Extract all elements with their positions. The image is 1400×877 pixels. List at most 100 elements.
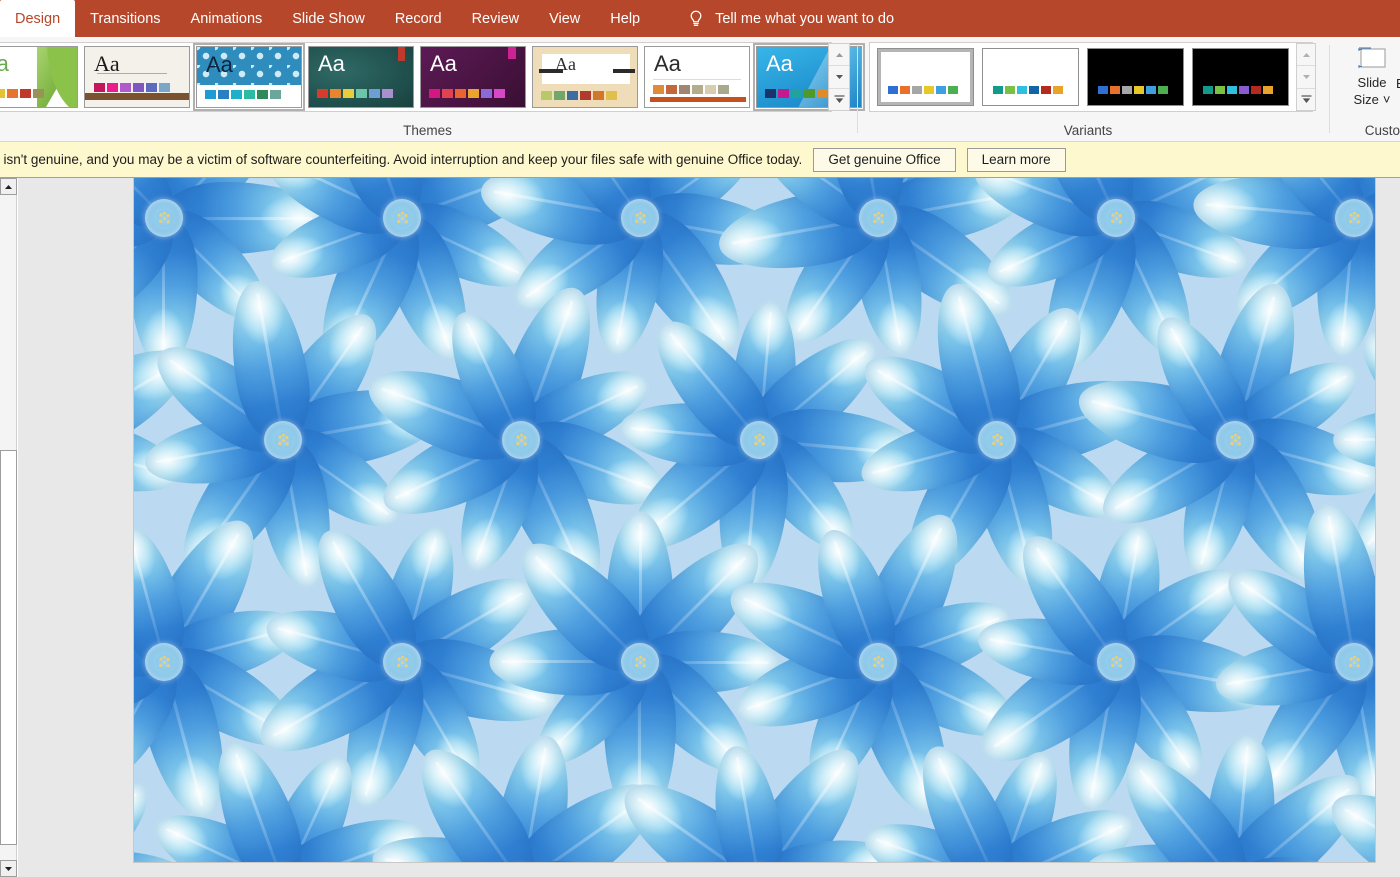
tab-help[interactable]: Help bbox=[595, 0, 655, 37]
theme-sample-text: Aa bbox=[430, 51, 457, 76]
flower-center bbox=[859, 643, 897, 681]
flower-center bbox=[1335, 199, 1373, 237]
variant-thumb-4[interactable] bbox=[1192, 48, 1289, 106]
flower-center bbox=[740, 421, 778, 459]
flower-petal bbox=[1333, 408, 1375, 472]
theme-color-swatches bbox=[429, 89, 505, 98]
theme-color-swatches bbox=[94, 83, 170, 92]
theme-thumb-berlin[interactable]: Aa bbox=[193, 43, 305, 111]
theme-sample-text: Aa bbox=[94, 51, 120, 76]
flower-center bbox=[264, 421, 302, 459]
tab-label: Review bbox=[471, 10, 520, 27]
theme-thumb-badge[interactable]: Aa bbox=[644, 46, 750, 108]
flower-center bbox=[1097, 643, 1135, 681]
tell-me-search[interactable]: Tell me what you want to do bbox=[685, 0, 894, 37]
tab-label: Help bbox=[610, 10, 641, 27]
tab-animations[interactable]: Animations bbox=[176, 0, 278, 37]
tab-label: View bbox=[549, 10, 581, 27]
variant-thumb-2[interactable] bbox=[982, 48, 1079, 106]
flower-center bbox=[1216, 421, 1254, 459]
notification-message: nse isn't genuine, and you may be a vict… bbox=[0, 152, 803, 167]
tab-label: Slide Show bbox=[292, 10, 365, 27]
learn-more-button[interactable]: Learn more bbox=[966, 147, 1066, 172]
tab-transitions[interactable]: Transitions bbox=[75, 0, 175, 37]
variant-color-swatches bbox=[1203, 86, 1273, 94]
more-variants-icon[interactable] bbox=[1297, 88, 1315, 110]
scroll-down-icon[interactable] bbox=[1297, 66, 1315, 89]
flower-center bbox=[621, 643, 659, 681]
theme-sample-text: Aa bbox=[0, 53, 9, 75]
slide-size-button[interactable]: Slide Size ˅ bbox=[1344, 42, 1400, 108]
themes-gallery[interactable]: Aa Aa Aa Aa Aa Aa Aa bbox=[0, 42, 865, 112]
tab-review[interactable]: Review bbox=[457, 0, 535, 37]
flower-center bbox=[145, 199, 183, 237]
scroll-down-icon[interactable] bbox=[829, 66, 849, 89]
flower-petal bbox=[1315, 772, 1375, 862]
themes-group: Aa Aa Aa Aa Aa Aa Aa Themes bbox=[0, 37, 865, 142]
tell-me-label: Tell me what you want to do bbox=[715, 10, 895, 27]
tab-label: Record bbox=[394, 10, 442, 27]
tab-view[interactable]: View bbox=[534, 0, 595, 37]
variant-color-swatches bbox=[888, 86, 958, 94]
variant-color-swatches bbox=[993, 86, 1063, 94]
flower-center bbox=[1097, 199, 1135, 237]
scroll-down-arrow-icon[interactable] bbox=[0, 860, 17, 877]
slide-background-image bbox=[134, 178, 1375, 862]
slide-size-icon bbox=[1352, 42, 1392, 74]
tab-record[interactable]: Record bbox=[380, 0, 457, 37]
chevron-down-icon[interactable]: ˅ bbox=[1383, 91, 1391, 108]
theme-thumb-wisp[interactable]: Aa bbox=[84, 46, 190, 108]
theme-sample-text: Aa bbox=[206, 52, 233, 77]
lightbulb-icon bbox=[685, 8, 707, 30]
scroll-up-icon[interactable] bbox=[1297, 44, 1315, 67]
flower-center bbox=[383, 199, 421, 237]
theme-color-swatches bbox=[317, 89, 393, 98]
tab-label: Transitions bbox=[90, 10, 161, 27]
theme-sample-text: Aa bbox=[766, 51, 793, 76]
scroll-thumb[interactable] bbox=[0, 450, 17, 845]
slide-size-label-line2: Size bbox=[1353, 92, 1379, 107]
variants-gallery[interactable] bbox=[869, 42, 1313, 112]
tab-label: Design bbox=[15, 10, 61, 27]
theme-thumb-slice[interactable]: Aa bbox=[308, 46, 414, 108]
theme-color-swatches bbox=[653, 85, 729, 94]
flower-motif bbox=[1315, 734, 1375, 862]
theme-sample-text: Aa bbox=[654, 51, 681, 76]
slide-canvas[interactable] bbox=[18, 178, 1400, 877]
variants-group-label: Variants bbox=[1063, 123, 1113, 138]
variant-thumb-3[interactable] bbox=[1087, 48, 1184, 106]
theme-thumb-quotable[interactable]: Aa bbox=[420, 46, 526, 108]
get-genuine-office-button[interactable]: Get genuine Office bbox=[813, 147, 956, 172]
scroll-up-arrow-icon[interactable] bbox=[0, 178, 17, 195]
themes-gallery-scroll[interactable] bbox=[828, 43, 850, 111]
slide-panel-scrollbar[interactable] bbox=[0, 178, 17, 877]
variant-thumb-1[interactable] bbox=[877, 48, 974, 106]
theme-thumb-facet[interactable]: Aa bbox=[0, 46, 78, 108]
theme-color-swatches bbox=[0, 89, 44, 98]
ribbon-tab-bar: Design Transitions Animations Slide Show… bbox=[0, 0, 1400, 37]
variant-color-swatches bbox=[1098, 86, 1168, 94]
tab-design[interactable]: Design bbox=[0, 0, 76, 37]
theme-sample-text: Aa bbox=[555, 54, 576, 74]
flower-center bbox=[1335, 643, 1373, 681]
flower-center bbox=[859, 199, 897, 237]
scroll-up-icon[interactable] bbox=[829, 44, 849, 67]
customize-group: Slide Size ˅ Ba Custo bbox=[1330, 37, 1400, 142]
ribbon-body: Aa Aa Aa Aa Aa Aa Aa Themes Variants Sli… bbox=[0, 37, 1400, 142]
flower-center bbox=[502, 421, 540, 459]
customize-group-label: Custo bbox=[1364, 123, 1400, 138]
flower-center bbox=[383, 643, 421, 681]
theme-color-swatches bbox=[541, 91, 617, 100]
tab-slide-show[interactable]: Slide Show bbox=[277, 0, 380, 37]
flower-center bbox=[621, 199, 659, 237]
theme-thumb-wood-type[interactable]: Aa bbox=[532, 46, 638, 108]
variants-gallery-scroll[interactable] bbox=[1296, 43, 1316, 111]
format-background-button[interactable]: Ba bbox=[1396, 76, 1400, 91]
more-themes-icon[interactable] bbox=[829, 88, 849, 110]
variants-group: Variants bbox=[858, 37, 1318, 142]
genuine-office-notification-bar: nse isn't genuine, and you may be a vict… bbox=[0, 142, 1400, 178]
theme-color-swatches bbox=[205, 90, 281, 99]
flower-pattern-slide[interactable] bbox=[134, 178, 1375, 862]
theme-sample-text: Aa bbox=[318, 51, 345, 76]
flower-center bbox=[978, 421, 1016, 459]
